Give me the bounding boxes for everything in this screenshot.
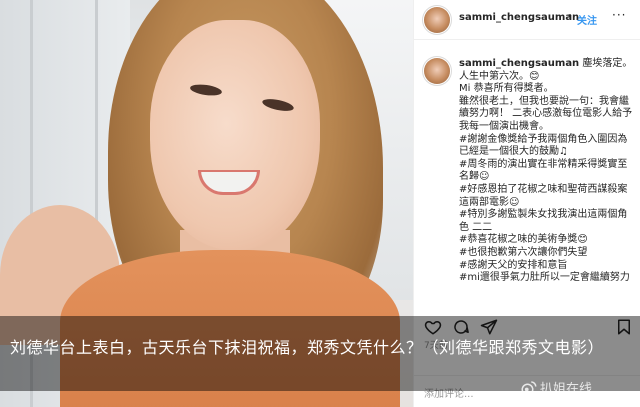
header-separator: • — [567, 11, 573, 22]
avatar[interactable] — [424, 7, 450, 33]
more-options-button[interactable]: ··· — [612, 8, 626, 22]
headline-text: 刘德华台上表白，古天乐台下抹泪祝福，郑秀文凭什么？（刘德华跟郑秀文电影） — [10, 338, 605, 357]
post-header: sammi_chengsauman • 关注 ··· — [414, 0, 640, 40]
header-username[interactable]: sammi_chengsauman — [459, 12, 579, 23]
photo-face — [150, 20, 320, 250]
caption-username[interactable]: sammi_chengsauman — [459, 58, 579, 69]
watermark: 扒姐在线 — [521, 378, 593, 400]
caption-body: 塵埃落定。 人生中第六次。😊 Mi 恭喜所有得獎者。 雖然很老土，但我也要說一句… — [459, 58, 633, 284]
post-caption: sammi_chengsauman 塵埃落定。 人生中第六次。😊 Mi 恭喜所有… — [414, 52, 640, 314]
weibo-logo-icon — [521, 381, 537, 396]
watermark-text: 扒姐在线 — [540, 382, 593, 397]
follow-button[interactable]: 关注 — [577, 12, 597, 27]
caption-avatar[interactable] — [424, 58, 450, 84]
caption-text-block: sammi_chengsauman 塵埃落定。 人生中第六次。😊 Mi 恭喜所有… — [459, 58, 634, 285]
